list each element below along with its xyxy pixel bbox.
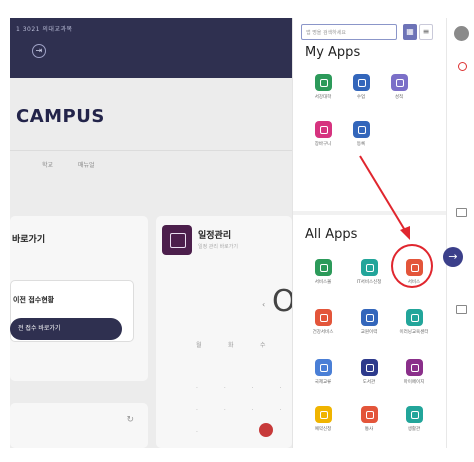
app-label: 교원이력 <box>360 330 378 335</box>
reception-button[interactable]: 전 접수 바로가기 <box>10 318 122 340</box>
calendar-header-mon: 월 <box>196 342 202 349</box>
app-all-6[interactable]: 국제교류 <box>308 359 338 386</box>
app-all-4[interactable]: 교원이력 <box>354 309 384 336</box>
app-label: IT서비스신청 <box>356 280 382 285</box>
tab-divider <box>10 150 292 151</box>
calendar-prev-icon[interactable]: ‹ <box>262 300 265 309</box>
app-label: 성적 <box>394 95 404 100</box>
monitor-icon <box>360 259 378 276</box>
hero-banner: 1 3021 의대교과목 ⇥ <box>10 18 292 78</box>
app-all-5[interactable]: 이러닝교육센터 <box>399 309 429 336</box>
app-all-11[interactable]: 생활관 <box>399 406 429 433</box>
tab-manual[interactable]: 매뉴얼 <box>78 160 95 169</box>
calendar-today-marker[interactable] <box>259 423 273 437</box>
app-label: 도서관 <box>362 380 376 385</box>
list-view-icon[interactable]: ≡ <box>419 24 433 40</box>
expand-arrow-icon[interactable]: → <box>443 247 463 267</box>
building-icon <box>314 259 332 276</box>
app-label: 건강서비스 <box>312 330 334 335</box>
bulb-icon <box>314 74 332 91</box>
inner-card-title: 이전 접수현황 <box>13 296 55 304</box>
app-label: 이러닝교육센터 <box>399 330 429 335</box>
calendar-month-digit: O <box>272 284 292 319</box>
schedule-subtitle: 일정 관리 바로가기 <box>198 244 238 250</box>
globe-icon <box>314 359 332 376</box>
mouse-icon <box>314 309 332 326</box>
logout-icon[interactable]: ⇥ <box>32 44 46 58</box>
home-icon[interactable] <box>456 208 467 217</box>
app-all-0[interactable]: 서비스몰 <box>308 259 338 286</box>
search-input[interactable]: 앱 명을 검색하세요 <box>301 24 397 40</box>
app-my-1[interactable]: 수업 <box>346 74 376 101</box>
app-my-2[interactable]: 성적 <box>384 74 414 101</box>
calendar-icon <box>162 225 192 255</box>
app-all-9[interactable]: 예약신청 <box>308 406 338 433</box>
app-my-0[interactable]: 서강대학 <box>308 74 338 101</box>
app-label: 수업 <box>356 95 366 100</box>
app-all-7[interactable]: 도서관 <box>354 359 384 386</box>
lower-card: ↻ <box>10 403 148 448</box>
app-all-10[interactable]: 통사 <box>354 406 384 433</box>
link-icon <box>314 121 332 138</box>
app-label: 통사 <box>364 427 374 432</box>
bus-icon <box>360 406 378 423</box>
campus-dashboard: 1 3021 의대교과목 ⇥ CAMPUS 학교 매뉴얼 바로가기 이전 접수현… <box>10 18 292 448</box>
shortcut-card: 바로가기 이전 접수현황 <box>10 216 148 381</box>
calendar-icon <box>314 406 332 423</box>
avatar[interactable] <box>454 26 469 41</box>
app-label: 생활관 <box>407 427 421 432</box>
app-label: 장바구니 <box>314 142 332 147</box>
app-label: 예약신청 <box>314 427 332 432</box>
screenshot-frame: 1 3021 의대교과목 ⇥ CAMPUS 학교 매뉴얼 바로가기 이전 접수현… <box>0 0 474 462</box>
refresh-icon[interactable]: ↻ <box>126 415 134 425</box>
app-my-4[interactable]: 등록 <box>346 121 376 148</box>
cap-icon <box>360 309 378 326</box>
app-label: 등록 <box>356 142 366 147</box>
schedule-title: 일정관리 <box>198 231 232 241</box>
annotation-arrow <box>359 155 410 240</box>
screen-icon <box>405 309 423 326</box>
app-all-3[interactable]: 건강서비스 <box>308 309 338 336</box>
campus-title: CAMPUS <box>16 106 105 127</box>
monitor-icon[interactable] <box>456 305 467 314</box>
grade-icon <box>390 74 408 91</box>
calendar-grid: · · · · · · · · · <box>196 385 282 436</box>
app-all-1[interactable]: IT서비스신청 <box>354 259 384 286</box>
shortcut-card-title: 바로가기 <box>12 235 46 245</box>
book-icon <box>360 359 378 376</box>
app-all-8[interactable]: 마이페이지 <box>399 359 429 386</box>
calendar-header-wed: 수 <box>260 342 266 349</box>
tab-school[interactable]: 학교 <box>42 160 53 169</box>
cap-icon <box>352 121 370 138</box>
app-label: 마이페이지 <box>403 380 425 385</box>
clock-icon <box>405 406 423 423</box>
cap-icon <box>352 74 370 91</box>
app-label: 서강대학 <box>314 95 332 100</box>
grid-view-icon[interactable]: ▦ <box>403 24 417 40</box>
hero-subtitle: 1 3021 의대교과목 <box>16 26 73 33</box>
app-label: 국제교류 <box>314 380 332 385</box>
app-label: 서비스몰 <box>314 280 332 285</box>
alert-icon[interactable] <box>458 62 467 71</box>
highlight-circle <box>391 244 433 288</box>
right-rail <box>446 18 474 448</box>
my-apps-title: My Apps <box>305 45 361 60</box>
user-icon <box>405 359 423 376</box>
app-my-3[interactable]: 장바구니 <box>308 121 338 148</box>
calendar-header-tue: 화 <box>228 342 234 349</box>
